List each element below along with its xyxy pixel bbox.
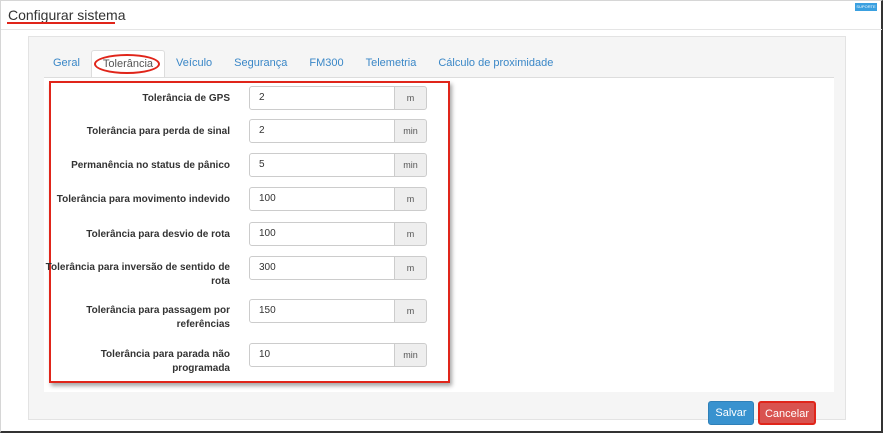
cancel-button[interactable]: Cancelar <box>758 401 816 425</box>
route-inversion-input[interactable]: 300 <box>249 256 395 280</box>
tab-tolerancia[interactable]: Tolerância <box>90 50 166 78</box>
unit-addon: m <box>394 299 427 323</box>
signal-loss-input[interactable]: 2 <box>249 119 395 143</box>
field-label: Tolerância para desvio de rota <box>86 229 230 240</box>
field-label: Tolerância para passagem por referências <box>86 305 230 330</box>
route-deviation-input[interactable]: 100 <box>249 222 395 246</box>
unit-addon: m <box>394 222 427 246</box>
tab-veiculo[interactable]: Veículo <box>165 50 223 78</box>
tab-fm300[interactable]: FM300 <box>298 50 354 78</box>
field-label: Tolerância para perda de sinal <box>86 126 230 137</box>
tab-calculo-proximidade[interactable]: Cálculo de proximidade <box>427 50 564 78</box>
unit-addon: m <box>394 256 427 280</box>
save-button[interactable]: Salvar <box>708 401 754 425</box>
panic-status-input[interactable]: 5 <box>249 153 395 177</box>
field-label: Tolerância de GPS <box>142 93 230 104</box>
field-label: Tolerância para movimento indevido <box>56 194 230 205</box>
corner-badge: SUPORTE <box>855 3 877 11</box>
tab-telemetria[interactable]: Telemetria <box>355 50 428 78</box>
field-label: Tolerância para inversão de sentido de r… <box>45 262 230 287</box>
tab-seguranca[interactable]: Segurança <box>223 50 298 78</box>
field-label: Tolerância para parada não programada <box>100 349 230 374</box>
title-annotation-underline <box>7 22 115 24</box>
tab-annotation-ellipse <box>93 54 160 74</box>
gps-tolerance-input[interactable]: 2 <box>249 86 395 110</box>
unit-addon: min <box>394 119 427 143</box>
reference-passage-input[interactable]: 150 <box>249 299 395 323</box>
tab-geral[interactable]: Geral <box>42 50 91 78</box>
unit-addon: min <box>394 343 427 367</box>
improper-movement-input[interactable]: 100 <box>249 187 395 211</box>
unscheduled-stop-input[interactable]: 10 <box>249 343 395 367</box>
field-label: Permanência no status de pânico <box>71 160 230 171</box>
tab-bar: Geral Tolerância Veículo Segurança FM300… <box>42 50 564 78</box>
page-title: Configurar sistema <box>8 7 126 23</box>
header-divider <box>1 29 882 30</box>
unit-addon: min <box>394 153 427 177</box>
unit-addon: m <box>394 187 427 211</box>
unit-addon: m <box>394 86 427 110</box>
